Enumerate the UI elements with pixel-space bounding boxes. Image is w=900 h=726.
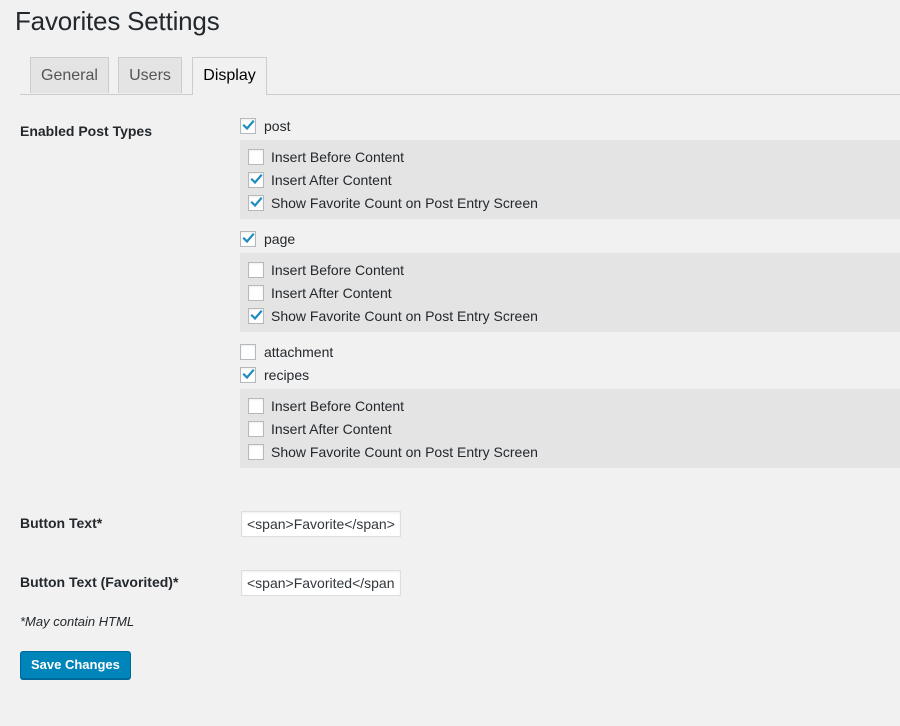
checkmark-icon bbox=[242, 232, 255, 244]
tab-users[interactable]: Users bbox=[118, 57, 182, 93]
post-type-checkbox-recipes[interactable] bbox=[240, 367, 256, 383]
option-label-recipes-after: Insert After Content bbox=[271, 421, 392, 437]
post-type-label-recipes: recipes bbox=[264, 367, 310, 383]
enabled-post-types-label: Enabled Post Types bbox=[20, 123, 152, 139]
post-type-label-page: page bbox=[264, 231, 296, 247]
button-text-input[interactable] bbox=[241, 511, 401, 537]
post-type-checkbox-attachment[interactable] bbox=[240, 344, 256, 360]
option-label-recipes-count: Show Favorite Count on Post Entry Screen bbox=[271, 444, 538, 460]
option-checkbox-page-before[interactable] bbox=[248, 262, 264, 278]
button-text-label: Button Text* bbox=[20, 515, 103, 531]
option-label-page-count: Show Favorite Count on Post Entry Screen bbox=[271, 308, 538, 324]
option-label-post-after: Insert After Content bbox=[271, 172, 392, 188]
option-label-page-before: Insert Before Content bbox=[271, 262, 405, 278]
post-type-label-post: post bbox=[264, 118, 291, 134]
option-checkbox-post-after[interactable] bbox=[248, 172, 264, 188]
page-options-panel: Insert Before Content Insert After Conte… bbox=[240, 253, 900, 332]
tab-bar: General Users Display bbox=[20, 57, 900, 95]
checkmark-icon bbox=[242, 368, 255, 380]
recipes-options-panel: Insert Before Content Insert After Conte… bbox=[240, 389, 900, 468]
post-options-panel: Insert Before Content Insert After Conte… bbox=[240, 140, 900, 219]
option-checkbox-post-before[interactable] bbox=[248, 149, 264, 165]
button-text-favorited-label: Button Text (Favorited)* bbox=[20, 574, 179, 590]
checkmark-icon bbox=[242, 119, 255, 131]
option-checkbox-page-count[interactable] bbox=[248, 308, 264, 324]
option-label-post-count: Show Favorite Count on Post Entry Screen bbox=[271, 195, 538, 211]
tab-general[interactable]: General bbox=[30, 57, 109, 93]
option-checkbox-recipes-before[interactable] bbox=[248, 398, 264, 414]
post-type-checkbox-page[interactable] bbox=[240, 231, 256, 247]
checkmark-icon bbox=[250, 173, 263, 185]
html-note: *May contain HTML bbox=[20, 614, 135, 629]
option-checkbox-recipes-count[interactable] bbox=[248, 444, 264, 460]
save-changes-button[interactable]: Save Changes bbox=[20, 651, 131, 679]
post-type-label-attachment: attachment bbox=[264, 344, 334, 360]
option-checkbox-recipes-after[interactable] bbox=[248, 421, 264, 437]
option-checkbox-post-count[interactable] bbox=[248, 195, 264, 211]
option-label-post-before: Insert Before Content bbox=[271, 149, 405, 165]
page-title: Favorites Settings bbox=[15, 6, 220, 36]
tab-display[interactable]: Display bbox=[192, 57, 267, 95]
option-checkbox-page-after[interactable] bbox=[248, 285, 264, 301]
option-label-page-after: Insert After Content bbox=[271, 285, 392, 301]
post-type-checkbox-post[interactable] bbox=[240, 118, 256, 134]
button-text-favorited-input[interactable] bbox=[241, 570, 401, 596]
option-label-recipes-before: Insert Before Content bbox=[271, 398, 405, 414]
checkmark-icon bbox=[250, 309, 263, 321]
checkmark-icon bbox=[250, 196, 263, 208]
